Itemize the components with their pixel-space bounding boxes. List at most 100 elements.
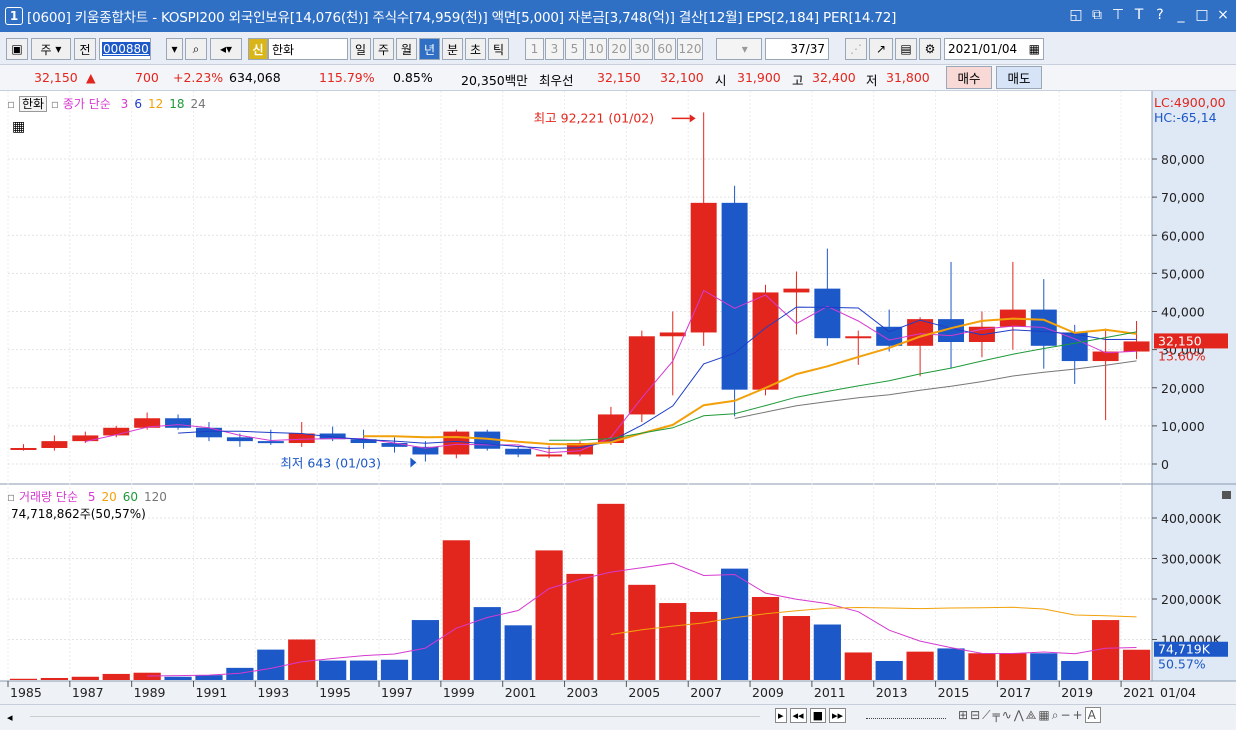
- stock-tag[interactable]: 한화: [18, 96, 48, 112]
- price-axis-label: 10,000: [1161, 419, 1205, 434]
- layout-icon[interactable]: ▣: [6, 38, 28, 60]
- sound-icon[interactable]: ◂▾: [210, 38, 242, 60]
- interval-button-5[interactable]: 30: [631, 38, 653, 60]
- date-field[interactable]: 2021/01/04 ▦: [944, 38, 1044, 60]
- volume-ma-period-2[interactable]: 60: [123, 490, 138, 504]
- fast-forward-icon[interactable]: ▸▸: [828, 708, 847, 723]
- pattern-icon[interactable]: ⟁: [1026, 708, 1039, 722]
- volume-ma-period-3[interactable]: 120: [144, 490, 167, 504]
- gear-icon[interactable]: ⚙: [919, 38, 941, 60]
- quote-row: 32,150 ▲ 700 +2.23% 634,068 115.79% 0.85…: [0, 65, 1236, 91]
- sell-button[interactable]: 매도: [996, 66, 1042, 89]
- split-icon[interactable]: ⊞: [958, 708, 970, 722]
- search-icon[interactable]: ⌕: [185, 38, 207, 60]
- candle-body: [721, 202, 748, 390]
- scrollbar-track[interactable]: [30, 716, 760, 717]
- close-button[interactable]: ×: [1216, 7, 1230, 23]
- scroll-left-icon[interactable]: ◂: [7, 711, 13, 724]
- x-axis-label: 2005: [628, 685, 660, 700]
- restore-icon[interactable]: ◱: [1069, 7, 1083, 23]
- high-annotation: 최고 92,221 (01/02): [534, 110, 654, 125]
- period-tab-4[interactable]: 분: [442, 38, 463, 60]
- x-axis-label: 1993: [257, 685, 289, 700]
- high-price: 32,400: [812, 70, 856, 85]
- period-tab-2[interactable]: 월: [396, 38, 417, 60]
- ma-period-3[interactable]: 18: [169, 97, 184, 111]
- ma-label[interactable]: 종가 단순: [63, 97, 111, 111]
- ma-period-0[interactable]: 3: [121, 97, 129, 111]
- draw-icon[interactable]: ⟋: [982, 708, 992, 722]
- x-axis-label: 2021: [1123, 685, 1155, 700]
- period-tab-5[interactable]: 초: [465, 38, 486, 60]
- save-icon[interactable]: ▤: [895, 38, 917, 60]
- x-axis-label: 1991: [196, 685, 228, 700]
- ma-period-2[interactable]: 12: [148, 97, 163, 111]
- interval-button-3[interactable]: 10: [585, 38, 607, 60]
- chart-svg[interactable]: 80,00070,00060,00050,00040,00030,00020,0…: [0, 91, 1236, 704]
- volume-bar: [164, 676, 192, 680]
- zoom-out-icon[interactable]: −: [1060, 708, 1072, 722]
- code-dropdown-icon[interactable]: ▾: [166, 38, 183, 60]
- interval-button-0[interactable]: 1: [525, 38, 544, 60]
- ma-period-1[interactable]: 6: [134, 97, 142, 111]
- period-tab-6[interactable]: 틱: [488, 38, 509, 60]
- fib-icon[interactable]: ⋀: [1014, 708, 1026, 722]
- connect-icon[interactable]: ⋰: [845, 38, 867, 60]
- volume-bar: [906, 651, 934, 680]
- period-tab-1[interactable]: 주: [373, 38, 394, 60]
- font-icon[interactable]: A: [1084, 707, 1101, 723]
- volume-bar: [9, 678, 38, 680]
- price-axis-label: 70,000: [1161, 190, 1205, 205]
- interval-button-1[interactable]: 3: [545, 38, 564, 60]
- panel-bullet-icon: ▫: [7, 97, 16, 111]
- buy-button[interactable]: 매수: [946, 66, 992, 89]
- interval-button-6[interactable]: 60: [654, 38, 676, 60]
- x-axis-label: 1995: [319, 685, 351, 700]
- page-counter: 37/37: [765, 38, 829, 60]
- text-icon[interactable]: T: [1132, 7, 1146, 23]
- candle-body: [783, 288, 810, 293]
- help-icon[interactable]: ?: [1153, 7, 1167, 23]
- compare-icon[interactable]: ⊟: [970, 708, 982, 722]
- volume-ma-label[interactable]: 거래량 단순: [19, 490, 78, 504]
- candle-body: [659, 332, 686, 337]
- type-select[interactable]: 주 ▾: [31, 38, 71, 60]
- ma-period-4[interactable]: 24: [191, 97, 206, 111]
- code-value: 000880: [102, 42, 150, 56]
- x-axis-label: 2011: [814, 685, 846, 700]
- table-icon[interactable]: ▦: [12, 119, 25, 135]
- x-axis-label: 1997: [381, 685, 413, 700]
- pin-icon[interactable]: ⊤: [1111, 7, 1125, 23]
- play-icon[interactable]: ▸: [775, 708, 787, 723]
- drawing-tool-icon[interactable]: ↗: [869, 38, 893, 60]
- zoom-in-icon[interactable]: +: [1073, 708, 1085, 722]
- grid-icon[interactable]: ▦: [1038, 708, 1051, 722]
- x-axis-label: 2003: [567, 685, 599, 700]
- float-icon[interactable]: ⧉: [1090, 7, 1104, 23]
- interval-button-2[interactable]: 5: [565, 38, 584, 60]
- volume-ma-period-1[interactable]: 20: [101, 490, 116, 504]
- minimize-button[interactable]: _: [1174, 7, 1188, 23]
- stock-name-field[interactable]: 한화: [268, 38, 348, 60]
- volume-bar: [844, 652, 872, 680]
- stop-icon[interactable]: ■: [809, 708, 826, 723]
- code-input[interactable]: 000880: [99, 38, 151, 60]
- interval-dropdown[interactable]: ▾: [716, 38, 762, 60]
- all-button[interactable]: 전: [74, 38, 96, 60]
- calendar-icon[interactable]: ▦: [1029, 42, 1040, 56]
- volume-ma-period-0[interactable]: 5: [88, 490, 96, 504]
- rewind-icon[interactable]: ◂◂: [789, 708, 807, 723]
- x-axis-label: 2017: [999, 685, 1031, 700]
- wave-icon[interactable]: ∿: [1002, 708, 1014, 722]
- period-tab-3[interactable]: 년: [419, 38, 440, 60]
- candle-body: [690, 202, 717, 333]
- volume-bar: [71, 676, 99, 680]
- interval-button-4[interactable]: 20: [608, 38, 630, 60]
- period-tab-0[interactable]: 일: [350, 38, 371, 60]
- price-panel-legend: ▫ 한화 ▫ 종가 단순 3 6 12 18 24: [7, 95, 206, 112]
- zoom-slider[interactable]: [866, 717, 946, 719]
- volume-bar: [937, 648, 965, 680]
- line-icon[interactable]: ╤: [993, 708, 1002, 722]
- maximize-button[interactable]: □: [1195, 7, 1209, 23]
- interval-button-7[interactable]: 120: [677, 38, 703, 60]
